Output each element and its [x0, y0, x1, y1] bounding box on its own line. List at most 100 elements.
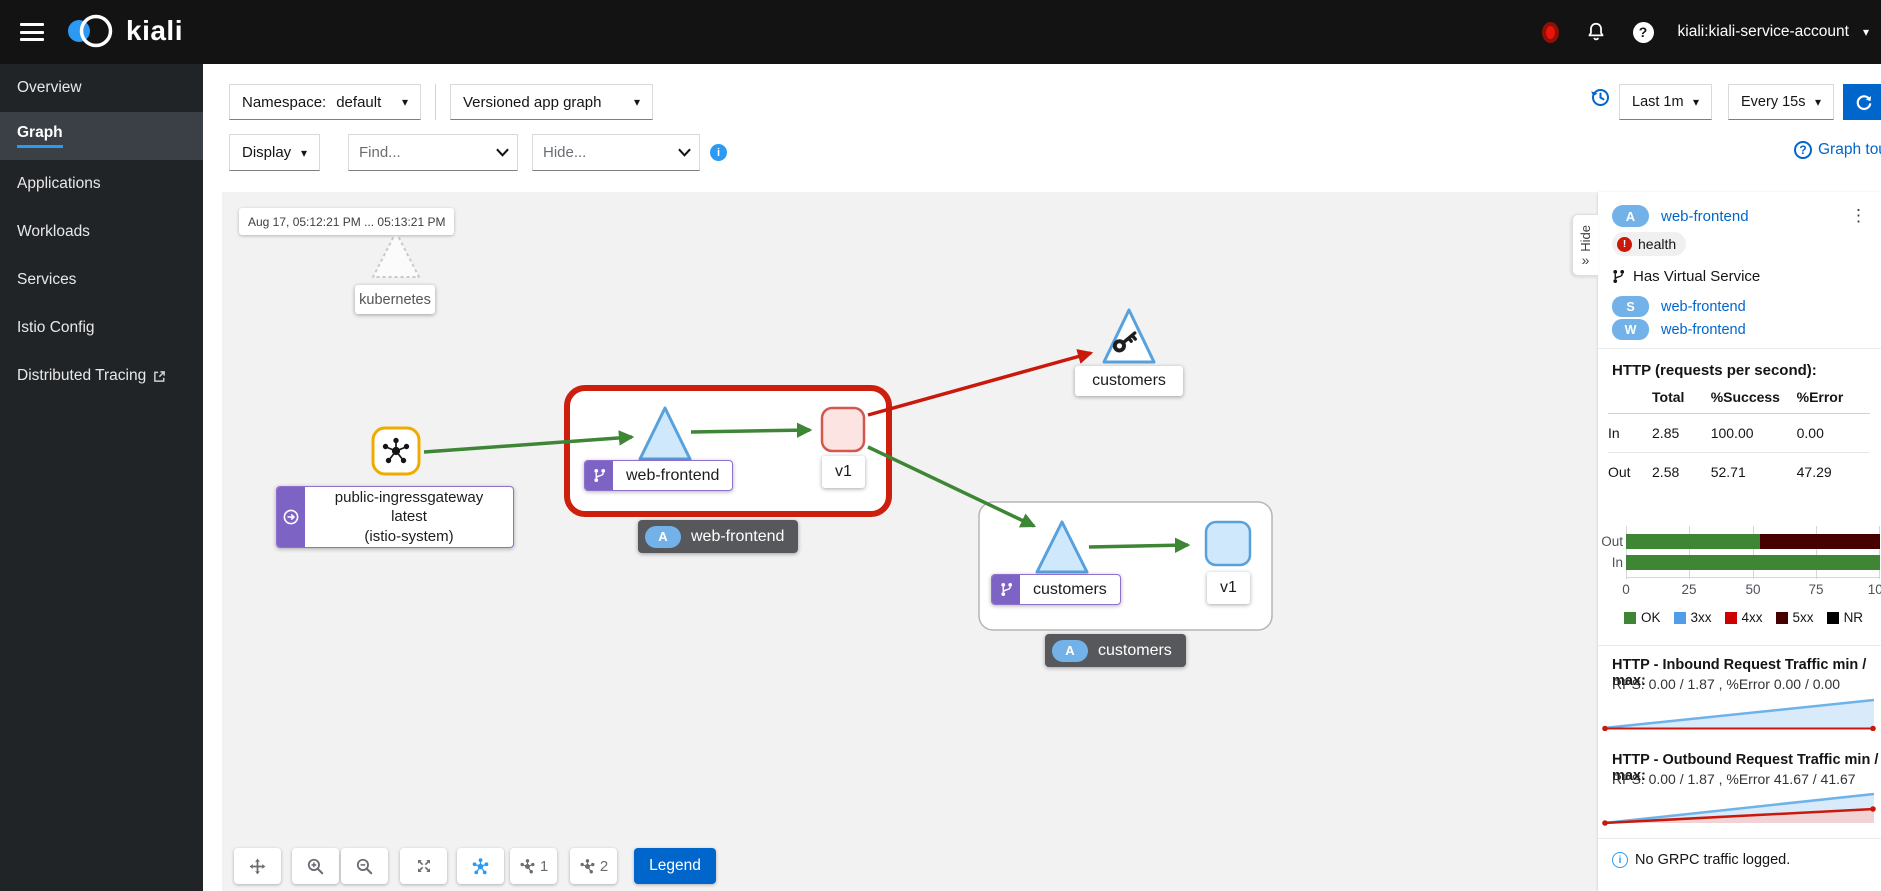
node-kubernetes-service[interactable]	[373, 232, 419, 277]
layout-1-label: 1	[540, 858, 548, 875]
zoom-in-icon	[306, 857, 325, 876]
graph-tour-link[interactable]: ? Graph tour	[1794, 141, 1881, 159]
layout-1-button[interactable]: 1	[510, 848, 557, 884]
gateway-namespace: (istio-system)	[311, 527, 507, 547]
fit-to-screen-button[interactable]	[400, 848, 447, 884]
edge-v1-to-customers[interactable]	[868, 447, 1034, 526]
workload-link[interactable]: web-frontend	[1661, 322, 1746, 338]
health-badge[interactable]: ! health	[1612, 232, 1686, 256]
find-input[interactable]	[359, 144, 496, 161]
label-public-ingressgateway[interactable]: public-ingressgateway latest (istio-syst…	[276, 486, 514, 548]
app-chip-web-frontend[interactable]: A web-frontend	[638, 520, 798, 553]
masthead: kiali ? kiali:kiali-service-account ▾	[0, 0, 1881, 64]
account-caret-down-icon[interactable]: ▾	[1863, 25, 1869, 39]
sidebar-item-distributed-tracing[interactable]: Distributed Tracing	[0, 352, 203, 400]
table-row: Out 2.58 52.71 47.29	[1608, 453, 1870, 492]
virtual-service-badge-icon	[992, 575, 1020, 604]
gateway-version: latest	[311, 507, 507, 527]
graph-toolbar: Namespace: default ▾ Versioned app graph…	[203, 64, 1881, 192]
sidebar-item-istio-config[interactable]: Istio Config	[0, 304, 203, 352]
app-badge: A	[1052, 640, 1088, 662]
panel-title-link[interactable]: web-frontend	[1661, 208, 1749, 225]
label-customers[interactable]: customers	[991, 574, 1121, 605]
sidebar-item-applications[interactable]: Applications	[0, 160, 203, 208]
hamburger-menu-icon[interactable]	[20, 23, 44, 41]
hide-input[interactable]	[543, 144, 678, 161]
layout-2-label: 2	[600, 858, 608, 875]
hide-chevron-down-icon[interactable]	[678, 148, 691, 157]
label-kubernetes[interactable]: kubernetes	[355, 285, 435, 314]
layout-default-button[interactable]	[457, 848, 504, 884]
layout-2-button[interactable]: 2	[570, 848, 617, 884]
sidebar-item-overview[interactable]: Overview	[0, 64, 203, 112]
graph-tour-label: Graph tour	[1818, 141, 1881, 159]
notifications-bell-icon[interactable]	[1585, 20, 1607, 44]
external-link-icon	[153, 370, 166, 383]
legend-swatch	[1725, 612, 1737, 624]
label-customers-entry[interactable]: customers	[1075, 366, 1183, 396]
out-traffic-bar	[1626, 534, 1880, 549]
hide-input-wrap	[532, 134, 700, 171]
chevron-down-icon: ▾	[1693, 95, 1699, 109]
namespace-select[interactable]: Namespace: default ▾	[229, 84, 421, 120]
account-menu[interactable]: kiali:kiali-service-account	[1678, 23, 1849, 41]
kiali-logo[interactable]: kiali	[62, 10, 183, 52]
refresh-button[interactable]	[1843, 84, 1881, 120]
refresh-interval-select[interactable]: Every 15s ▾	[1728, 84, 1834, 120]
legend-swatch	[1827, 612, 1839, 624]
sidebar-nav: Overview Graph Applications Workloads Se…	[0, 64, 203, 891]
col-success: %Success	[1711, 384, 1797, 414]
duration-select[interactable]: Last 1m ▾	[1619, 84, 1712, 120]
health-error-icon: !	[1617, 237, 1632, 252]
panel-header: A web-frontend ⋮	[1612, 205, 1873, 227]
label-web-frontend[interactable]: web-frontend	[584, 460, 733, 491]
summary-side-panel: A web-frontend ⋮ ! health Has Virtual Se…	[1598, 192, 1881, 891]
display-dropdown[interactable]: Display ▾	[229, 134, 320, 171]
edge-web-frontend-to-v1[interactable]	[691, 430, 810, 432]
zoom-out-button[interactable]	[341, 848, 388, 884]
customers-label-text: customers	[1020, 575, 1120, 604]
legend-button[interactable]: Legend	[634, 848, 716, 884]
panel-divider	[1598, 645, 1881, 646]
side-panel-collapse-tab[interactable]: Hide »	[1572, 214, 1598, 276]
inbound-sparkline-chart	[1601, 696, 1878, 731]
legend-label: 4xx	[1742, 610, 1763, 625]
label-web-frontend-v1[interactable]: v1	[822, 456, 865, 488]
kiali-logo-icon	[62, 10, 118, 52]
col-total: Total	[1652, 384, 1711, 414]
duration-value: Last 1m	[1632, 94, 1684, 110]
traffic-status-bar-chart: 0 25 50 75 100	[1626, 528, 1880, 578]
help-icon[interactable]: ?	[1633, 22, 1654, 43]
refresh-icon	[1855, 93, 1873, 111]
edge-v1-to-customers-entry[interactable]	[868, 353, 1091, 415]
find-hide-info-icon[interactable]: i	[710, 144, 727, 161]
row-label: Out	[1608, 453, 1652, 492]
graph-layout-icon	[519, 858, 536, 875]
sidebar-item-workloads[interactable]: Workloads	[0, 208, 203, 256]
row-total: 2.58	[1652, 453, 1711, 492]
mesh-status-icon[interactable]	[1542, 22, 1559, 43]
kebab-menu-icon[interactable]: ⋮	[1844, 206, 1873, 226]
graph-type-select[interactable]: Versioned app graph ▾	[450, 84, 653, 120]
refresh-interval-value: Every 15s	[1741, 94, 1805, 110]
app-chip-customers[interactable]: A customers	[1045, 634, 1186, 667]
inbound-traffic-stats: RPS: 0.00 / 1.87 , %Error 0.00 / 0.00	[1612, 676, 1840, 692]
row-label: In	[1608, 414, 1652, 453]
node-web-frontend-v1[interactable]	[822, 408, 864, 451]
legend-label: OK	[1641, 610, 1661, 625]
node-customers-v1[interactable]	[1206, 522, 1250, 565]
graph-canvas[interactable]: Aug 17, 05:12:21 PM ... 05:13:21 PM kube…	[222, 192, 1598, 891]
label-customers-v1[interactable]: v1	[1207, 572, 1250, 604]
service-link[interactable]: web-frontend	[1661, 299, 1746, 315]
find-chevron-down-icon[interactable]	[496, 148, 509, 157]
sidebar-item-graph[interactable]: Graph	[0, 112, 203, 160]
sidebar-item-services[interactable]: Services	[0, 256, 203, 304]
legend-swatch	[1624, 612, 1636, 624]
pan-mode-button[interactable]	[234, 848, 281, 884]
legend-label: 3xx	[1691, 610, 1712, 625]
in-traffic-bar	[1626, 555, 1880, 570]
edge-customers-to-v1[interactable]	[1089, 545, 1188, 547]
time-history-icon[interactable]	[1589, 86, 1611, 113]
zoom-in-button[interactable]	[292, 848, 339, 884]
in-ok-segment	[1626, 555, 1880, 570]
